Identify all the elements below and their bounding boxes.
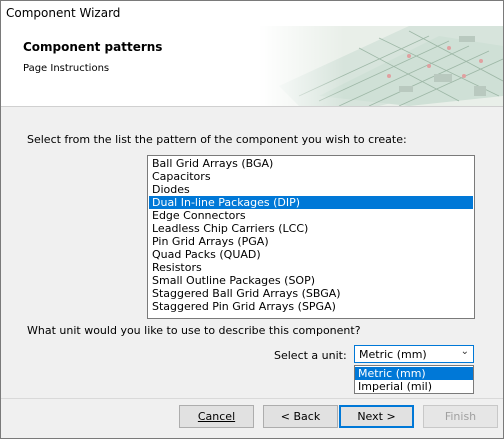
- page-subtitle: Page Instructions: [23, 63, 110, 74]
- pcb-banner-image: [259, 26, 503, 106]
- back-button[interactable]: < Back: [263, 405, 338, 428]
- next-button[interactable]: Next >: [339, 405, 414, 428]
- window-title: Component Wizard: [6, 6, 121, 20]
- unit-select-value: Metric (mm): [359, 348, 427, 361]
- unit-select[interactable]: Metric (mm) ⌄: [354, 345, 474, 363]
- pattern-item[interactable]: Capacitors: [149, 170, 473, 183]
- pattern-item[interactable]: Ball Grid Arrays (BGA): [149, 157, 473, 170]
- cancel-button[interactable]: Cancel: [179, 405, 254, 428]
- pattern-item[interactable]: Pin Grid Arrays (PGA): [149, 235, 473, 248]
- pattern-item[interactable]: Quad Packs (QUAD): [149, 248, 473, 261]
- pattern-item[interactable]: Staggered Ball Grid Arrays (SBGA): [149, 287, 473, 300]
- pattern-item[interactable]: Leadless Chip Carriers (LCC): [149, 222, 473, 235]
- chevron-down-icon[interactable]: ⌄: [461, 346, 469, 357]
- unit-option-imperial[interactable]: Imperial (mil): [355, 380, 473, 393]
- title-bar: Component Wizard: [1, 1, 503, 26]
- pattern-listbox[interactable]: Ball Grid Arrays (BGA) Capacitors Diodes…: [147, 155, 475, 319]
- pattern-prompt: Select from the list the pattern of the …: [27, 133, 407, 146]
- finish-button[interactable]: Finish: [423, 405, 498, 428]
- footer-divider: [1, 398, 503, 399]
- unit-question: What unit would you like to use to descr…: [27, 324, 361, 337]
- pattern-item[interactable]: Edge Connectors: [149, 209, 473, 222]
- wizard-header: Component patterns Page Instructions: [1, 26, 503, 107]
- unit-option-metric[interactable]: Metric (mm): [355, 367, 473, 380]
- unit-dropdown-list[interactable]: Metric (mm) Imperial (mil): [354, 365, 474, 394]
- pattern-item[interactable]: Staggered Pin Grid Arrays (SPGA): [149, 300, 473, 313]
- component-wizard-window: Component Wizard Component patterns Page…: [0, 0, 504, 439]
- pattern-item[interactable]: Small Outline Packages (SOP): [149, 274, 473, 287]
- page-title: Component patterns: [23, 40, 163, 54]
- pattern-item[interactable]: Resistors: [149, 261, 473, 274]
- pattern-item[interactable]: Diodes: [149, 183, 473, 196]
- unit-label: Select a unit:: [274, 349, 347, 362]
- pattern-item-selected[interactable]: Dual In-line Packages (DIP): [149, 196, 473, 209]
